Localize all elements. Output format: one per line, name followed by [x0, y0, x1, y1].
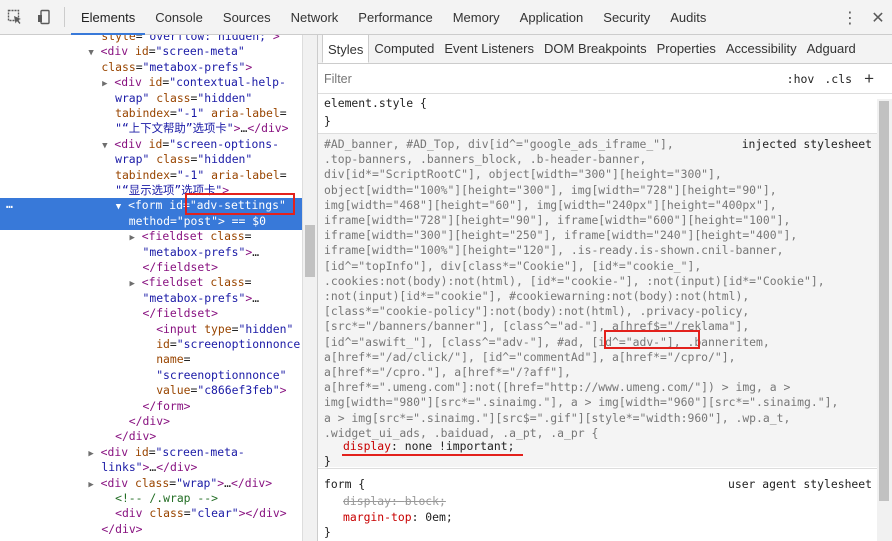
styles-scrollbar[interactable]	[877, 99, 892, 541]
property-name: display	[343, 494, 392, 508]
inspect-element-icon[interactable]	[0, 0, 30, 35]
subtab-event-listeners[interactable]: Event Listeners	[439, 35, 539, 63]
element-style-selector[interactable]: element.style {	[324, 96, 427, 111]
dom-node-line[interactable]: links">…</div>	[101, 460, 197, 475]
form-rule-close: }	[324, 525, 331, 539]
rule-divider	[318, 468, 892, 469]
styles-scroll-thumb[interactable]	[879, 101, 889, 501]
form-id-highlight-annotation	[185, 193, 295, 216]
property-name: margin-top	[343, 510, 412, 524]
elements-scrollbar[interactable]	[302, 35, 317, 541]
tab-memory[interactable]: Memory	[443, 0, 510, 35]
tab-performance[interactable]: Performance	[348, 0, 442, 35]
expand-toggle-icon[interactable]: ▼	[116, 202, 121, 212]
property-name: display	[343, 439, 392, 453]
devtools-toolbar: Elements Console Sources Network Performance…	[0, 0, 892, 35]
dom-node-line[interactable]: name=	[156, 352, 190, 367]
ua-declaration: margin-top: 0em;	[343, 510, 453, 524]
expand-toggle-icon[interactable]: ▼	[102, 141, 107, 151]
tab-audits[interactable]: Audits	[660, 0, 716, 35]
hov-toggle[interactable]: :hov	[787, 72, 815, 86]
expand-toggle-icon[interactable]: ▶	[88, 449, 93, 459]
styles-pane: Styles Computed Event Listeners DOM Breakpo…	[318, 35, 892, 541]
injected-rule-close: }	[324, 454, 331, 468]
dom-node-line[interactable]: "metabox-prefs">…	[143, 291, 260, 306]
user-agent-stylesheet-source: user agent stylesheet	[727, 477, 872, 491]
styles-filter-bar: :hov .cls +	[318, 64, 892, 94]
tab-elements[interactable]: Elements	[71, 0, 146, 35]
injected-declaration[interactable]: display: none !important;	[343, 439, 514, 454]
dom-node-line[interactable]: </div>	[129, 414, 170, 429]
injected-rule-selector[interactable]: #AD_banner, #AD_Top, div[id^="google_ads…	[324, 137, 838, 441]
dom-node-line[interactable]: </form>	[143, 399, 191, 414]
dom-node-line[interactable]: wrap" class="hidden"	[115, 91, 252, 106]
subtab-accessibility[interactable]: Accessibility	[721, 35, 802, 63]
dom-node-line[interactable]: <!-- /.wrap -->	[115, 491, 218, 506]
dom-node-line[interactable]: wrap" class="hidden"	[115, 152, 252, 167]
property-value: block;	[404, 494, 446, 508]
more-options-icon[interactable]: ⋮	[836, 0, 864, 35]
dom-node-line[interactable]: class="metabox-prefs">	[101, 60, 252, 75]
close-icon[interactable]: ✕	[864, 0, 892, 35]
cls-toggle[interactable]: .cls	[824, 72, 852, 86]
dom-node-line[interactable]: "“上下文帮助”选项卡">…</div>	[115, 121, 288, 136]
tab-network[interactable]: Network	[281, 0, 349, 35]
expand-toggle-icon[interactable]: ▶	[88, 480, 93, 490]
dom-node-line[interactable]: </fieldset>	[143, 306, 218, 321]
overridden-declaration: display: block;	[343, 494, 446, 508]
property-value: 0em;	[425, 510, 453, 524]
tab-application[interactable]: Application	[510, 0, 594, 35]
dom-node-line[interactable]: <div class="clear"></div>	[115, 506, 286, 521]
subtab-dom-breakpoints[interactable]: DOM Breakpoints	[539, 35, 652, 63]
dom-node-line[interactable]: id="screenoptionnonce"	[156, 337, 302, 352]
device-toolbar-icon[interactable]	[30, 0, 60, 35]
dom-node-line[interactable]: </fieldset>	[143, 260, 218, 275]
toolbar-divider	[64, 7, 65, 27]
node-actions-icon[interactable]: …	[6, 197, 13, 212]
subtab-computed[interactable]: Computed	[369, 35, 439, 63]
form-rule-selector: form {	[324, 477, 366, 491]
elements-tree: style="overflow: hidden;"> ▼ <div id="scr…	[0, 35, 302, 541]
dom-node-line[interactable]: </div>	[101, 522, 142, 537]
elements-scroll-thumb[interactable]	[305, 225, 315, 277]
new-style-rule-icon[interactable]: +	[864, 69, 874, 89]
dom-node-line[interactable]: tabindex="-1" aria-label=	[115, 106, 286, 121]
dom-node-line[interactable]: method="post"> == $0	[129, 214, 266, 229]
styles-filter-input[interactable]	[324, 71, 744, 86]
subtab-adguard[interactable]: Adguard	[802, 35, 861, 63]
dom-node-line[interactable]: </div>	[115, 429, 156, 444]
dom-node-line[interactable]: "metabox-prefs">…	[143, 245, 260, 260]
expand-toggle-icon[interactable]: ▶	[130, 233, 135, 243]
declaration-underline-annotation	[342, 454, 523, 456]
expand-toggle-icon[interactable]: ▶	[102, 79, 107, 89]
subtab-properties[interactable]: Properties	[652, 35, 721, 63]
panel-tabs: Elements Console Sources Network Performance…	[71, 0, 716, 35]
expand-toggle-icon[interactable]: ▶	[130, 279, 135, 289]
dom-node-line[interactable]: tabindex="-1" aria-label=	[115, 168, 286, 183]
subtab-styles[interactable]: Styles	[322, 35, 370, 63]
expand-toggle-icon[interactable]: ▼	[88, 48, 93, 58]
selector-highlight-annotation	[604, 330, 700, 349]
property-value: none !important;	[404, 439, 515, 453]
tab-security[interactable]: Security	[593, 0, 660, 35]
sidebar-tabs: Styles Computed Event Listeners DOM Breakpo…	[318, 35, 892, 64]
dom-node-line[interactable]: style="overflow: hidden;">	[101, 35, 279, 44]
element-style-close: }	[324, 114, 331, 128]
tab-console[interactable]: Console	[145, 0, 213, 35]
dom-node-line[interactable]: <input type="hidden"	[156, 322, 293, 337]
dom-node-line[interactable]: "screenoptionnonce"	[156, 368, 286, 383]
dom-node-line[interactable]: value="c866ef3feb">	[156, 383, 286, 398]
tab-sources[interactable]: Sources	[213, 0, 281, 35]
